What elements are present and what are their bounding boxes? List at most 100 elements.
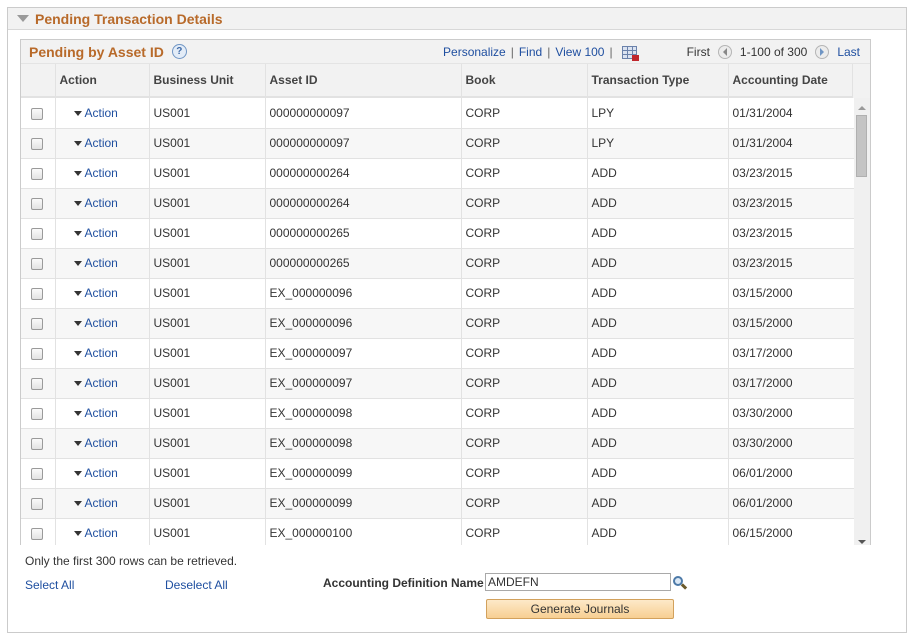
section-header[interactable]: Pending Transaction Details	[8, 8, 906, 30]
caret-down-icon	[73, 291, 82, 297]
last-link[interactable]: Last	[837, 45, 860, 59]
accounting-definition-input[interactable]	[485, 573, 671, 591]
book-cell: CORP	[461, 518, 588, 545]
row-checkbox[interactable]	[31, 317, 44, 330]
table-row: Action US001 000000000264 CORP ADD 03/23/2015	[21, 158, 855, 189]
action-menu-link[interactable]: Action	[60, 436, 118, 450]
action-label: Action	[84, 256, 118, 270]
row-checkbox[interactable]	[31, 107, 44, 120]
next-page-button[interactable]	[815, 45, 830, 59]
separator: |	[510, 45, 514, 59]
row-checkbox[interactable]	[31, 137, 44, 150]
scroll-down-icon[interactable]	[858, 540, 866, 544]
action-menu-link[interactable]: Action	[60, 526, 118, 540]
transaction-type-cell: ADD	[587, 188, 729, 219]
action-menu-link[interactable]: Action	[60, 406, 118, 420]
row-checkbox[interactable]	[31, 287, 44, 300]
business-unit-cell: US001	[149, 308, 266, 339]
action-cell: Action	[55, 398, 150, 429]
row-checkbox[interactable]	[31, 467, 44, 480]
action-menu-link[interactable]: Action	[60, 466, 118, 480]
column-header-action[interactable]: Action	[55, 64, 150, 96]
row-checkbox[interactable]	[31, 407, 44, 420]
action-menu-link[interactable]: Action	[60, 376, 118, 390]
row-checkbox[interactable]	[31, 257, 44, 270]
action-menu-link[interactable]: Action	[60, 256, 118, 270]
caret-down-icon	[73, 321, 82, 327]
transaction-type-cell: ADD	[587, 428, 729, 459]
transaction-type-cell: ADD	[587, 458, 729, 489]
find-link[interactable]: Find	[519, 45, 542, 59]
action-menu-link[interactable]: Action	[60, 496, 118, 510]
action-menu-link[interactable]: Action	[60, 196, 118, 210]
row-checkbox[interactable]	[31, 377, 44, 390]
caret-down-icon	[73, 411, 82, 417]
select-cell	[21, 368, 56, 399]
action-menu-link[interactable]: Action	[60, 316, 118, 330]
action-menu-link[interactable]: Action	[60, 226, 118, 240]
book-cell: CORP	[461, 338, 588, 369]
action-menu-link[interactable]: Action	[60, 166, 118, 180]
action-label: Action	[84, 286, 118, 300]
row-checkbox[interactable]	[31, 227, 44, 240]
select-all-link[interactable]: Select All	[25, 578, 74, 592]
book-cell: CORP	[461, 488, 588, 519]
action-label: Action	[84, 526, 118, 540]
accounting-date-cell: 03/23/2015	[728, 188, 855, 219]
select-cell	[21, 338, 56, 369]
row-checkbox[interactable]	[31, 437, 44, 450]
book-cell: CORP	[461, 308, 588, 339]
action-label: Action	[84, 316, 118, 330]
action-label: Action	[84, 406, 118, 420]
help-icon[interactable]: ?	[171, 44, 187, 59]
select-cell	[21, 158, 56, 189]
action-label: Action	[84, 166, 118, 180]
action-cell: Action	[55, 368, 150, 399]
column-header-asset-id[interactable]: Asset ID	[265, 64, 462, 96]
grid-download-icon[interactable]	[621, 45, 639, 61]
personalize-link[interactable]: Personalize	[443, 45, 506, 59]
row-checkbox[interactable]	[31, 347, 44, 360]
asset-id-cell: EX_000000099	[265, 488, 462, 519]
vertical-scrollbar[interactable]	[854, 98, 870, 545]
accounting-date-cell: 03/30/2000	[728, 428, 855, 459]
accounting-definition-label: Accounting Definition Name	[323, 576, 484, 590]
row-checkbox[interactable]	[31, 497, 44, 510]
column-header-business-unit[interactable]: Business Unit	[149, 64, 266, 96]
grid-body-table: Action US001 000000000097 CORP LPY 01/31/2004…	[21, 98, 855, 545]
action-menu-link[interactable]: Action	[60, 136, 118, 150]
action-label: Action	[84, 346, 118, 360]
lookup-search-icon[interactable]	[672, 575, 688, 591]
column-header-book[interactable]: Book	[461, 64, 588, 96]
action-cell: Action	[55, 248, 150, 279]
previous-page-button[interactable]	[717, 45, 732, 59]
row-checkbox[interactable]	[31, 197, 44, 210]
table-row: Action US001 000000000097 CORP LPY 01/31/2004	[21, 128, 855, 159]
pending-by-asset-grid: Pending by Asset ID ? Personalize | Find…	[20, 39, 871, 545]
scrollbar-thumb[interactable]	[856, 115, 867, 177]
column-header-transaction-type[interactable]: Transaction Type	[587, 64, 729, 96]
row-checkbox[interactable]	[31, 527, 44, 540]
select-cell	[21, 278, 56, 309]
first-label[interactable]: First	[687, 45, 710, 59]
transaction-type-cell: LPY	[587, 98, 729, 129]
action-menu-link[interactable]: Action	[60, 346, 118, 360]
business-unit-cell: US001	[149, 128, 266, 159]
column-header-accounting-date[interactable]: Accounting Date	[728, 64, 855, 96]
row-checkbox[interactable]	[31, 167, 44, 180]
transaction-type-cell: ADD	[587, 368, 729, 399]
grid-navigation: Personalize | Find | View 100 | First 1-…	[443, 40, 860, 64]
collapse-triangle-icon[interactable]	[17, 15, 29, 22]
deselect-all-link[interactable]: Deselect All	[165, 578, 228, 592]
action-menu-link[interactable]: Action	[60, 106, 118, 120]
table-row: Action US001 000000000265 CORP ADD 03/23/2015	[21, 248, 855, 279]
table-row: Action US001 EX_000000099 CORP ADD 06/01/2000	[21, 488, 855, 519]
transaction-type-cell: ADD	[587, 278, 729, 309]
action-cell: Action	[55, 98, 150, 129]
scroll-up-icon[interactable]	[858, 106, 866, 110]
view-100-link[interactable]: View 100	[555, 45, 604, 59]
business-unit-cell: US001	[149, 338, 266, 369]
generate-journals-button[interactable]: Generate Journals	[486, 599, 674, 619]
caret-down-icon	[73, 471, 82, 477]
action-menu-link[interactable]: Action	[60, 286, 118, 300]
